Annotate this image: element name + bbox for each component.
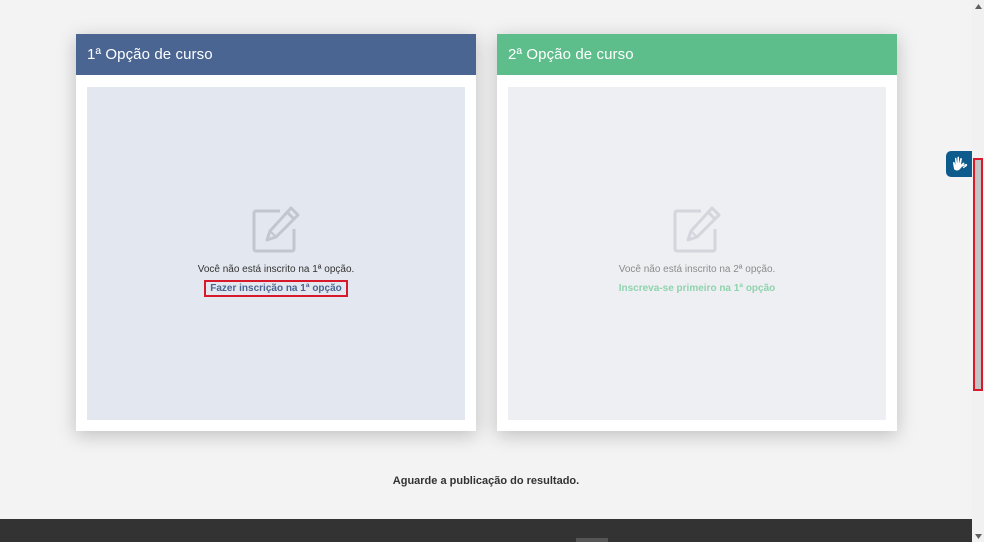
course-option-1-header: 1ª Opção de curso	[76, 34, 476, 75]
edit-icon	[252, 206, 300, 253]
scroll-down-arrow[interactable]	[972, 530, 984, 542]
triangle-down-icon	[974, 533, 982, 539]
sign-language-hands-icon	[953, 156, 968, 171]
course-option-1-content: Você não está inscrito na 1ª opção. Faze…	[87, 205, 465, 297]
result-notice: Aguarde a publicação do resultado.	[392, 475, 580, 487]
enroll-option-2-disabled-link: Inscreva-se primeiro na 1ª opção	[618, 283, 776, 294]
scrollbar-thumb[interactable]	[973, 158, 983, 391]
course-option-1-body: Você não está inscrito na 1ª opção. Faze…	[87, 87, 465, 420]
page-scrollbar[interactable]	[972, 0, 984, 542]
course-option-1-status: Você não está inscrito na 1ª opção.	[197, 264, 355, 275]
course-option-2-status: Você não está inscrito na 2ª opção.	[618, 264, 776, 275]
course-option-2-body: Você não está inscrito na 2ª opção. Insc…	[508, 87, 886, 420]
footer-handle	[576, 538, 608, 542]
scroll-up-arrow[interactable]	[972, 0, 984, 12]
enroll-option-1-link[interactable]: Fazer inscrição na 1ª opção	[204, 280, 348, 297]
triangle-up-icon	[974, 3, 982, 9]
course-option-1-title: 1ª Opção de curso	[87, 46, 213, 63]
accessibility-widget-button[interactable]	[946, 151, 972, 177]
course-option-2-title: 2ª Opção de curso	[508, 46, 634, 63]
course-option-2-card: 2ª Opção de curso Você não está inscrito…	[497, 34, 897, 431]
course-option-1-card: 1ª Opção de curso Você não está inscrito…	[76, 34, 476, 431]
edit-icon	[673, 206, 721, 253]
footer-bar	[0, 519, 972, 542]
course-option-2-content: Você não está inscrito na 2ª opção. Insc…	[508, 205, 886, 297]
page: 1ª Opção de curso Você não está inscrito…	[0, 0, 984, 542]
course-option-2-header: 2ª Opção de curso	[497, 34, 897, 75]
